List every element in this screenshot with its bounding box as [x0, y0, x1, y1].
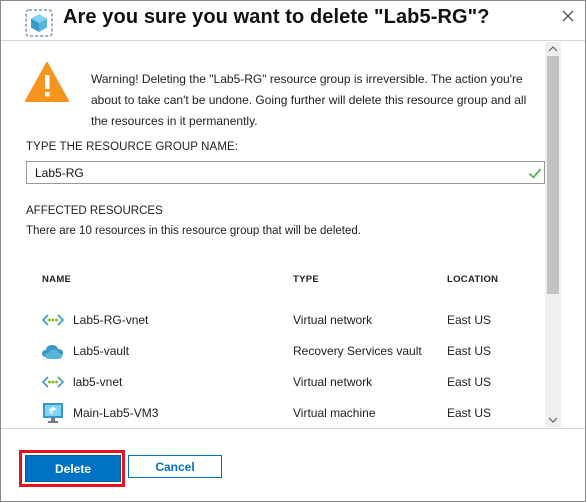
resource-location: East US	[447, 344, 492, 358]
resource-group-name-label: TYPE THE RESOURCE GROUP NAME:	[26, 141, 239, 153]
checkmark-icon	[528, 168, 542, 179]
resource-group-icon	[25, 9, 53, 37]
resource-type: Recovery Services vault	[293, 344, 422, 358]
resource-name[interactable]: Lab5-RG-vnet	[73, 313, 148, 327]
virtual-machine-icon	[43, 403, 63, 423]
close-icon[interactable]	[557, 5, 579, 27]
table-row: Lab5-vault Recovery Services vault East …	[1, 338, 545, 369]
column-header-type: TYPE	[293, 274, 320, 285]
table-row: Main-Lab5-VM3 Virtual machine East US	[1, 400, 545, 427]
delete-button[interactable]: Delete	[25, 455, 121, 482]
dialog-footer: Delete Cancel	[1, 428, 585, 501]
table-row: lab5-vnet Virtual network East US	[1, 369, 545, 400]
resource-type: Virtual network	[293, 313, 373, 327]
warning-icon	[25, 62, 69, 102]
content-scrollbar[interactable]	[545, 42, 561, 427]
warning-message: Warning! Deleting the "Lab5-RG" resource…	[91, 72, 527, 128]
virtual-network-icon	[41, 376, 65, 388]
delete-confirmation-dialog: Are you sure you want to delete "Lab5-RG…	[0, 0, 586, 502]
resource-type: Virtual network	[293, 375, 373, 389]
chevron-up-icon[interactable]	[545, 42, 561, 56]
cancel-button[interactable]: Cancel	[128, 455, 222, 478]
dialog-title: Are you sure you want to delete "Lab5-RG…	[63, 6, 490, 28]
affected-resources-heading: AFFECTED RESOURCES	[26, 205, 163, 217]
resource-name[interactable]: Main-Lab5-VM3	[73, 406, 158, 420]
resource-location: East US	[447, 406, 492, 420]
scrollbar-thumb[interactable]	[547, 56, 559, 294]
virtual-network-icon	[41, 314, 65, 326]
column-header-name: NAME	[42, 274, 72, 285]
resource-group-name-input[interactable]	[26, 161, 545, 184]
resource-type: Virtual machine	[293, 406, 376, 420]
dialog-title-bar: Are you sure you want to delete "Lab5-RG…	[1, 1, 585, 41]
resource-name[interactable]: Lab5-vault	[73, 344, 129, 358]
resource-name[interactable]: lab5-vnet	[73, 375, 122, 389]
column-header-location: LOCATION	[447, 274, 499, 285]
affected-resources-description: There are 10 resources in this resource …	[26, 225, 361, 237]
table-row: Lab5-RG-vnet Virtual network East US	[1, 307, 545, 338]
chevron-down-icon[interactable]	[545, 413, 561, 427]
dialog-content: Warning! Deleting the "Lab5-RG" resource…	[1, 42, 545, 427]
resource-location: East US	[447, 313, 492, 327]
resource-location: East US	[447, 375, 492, 389]
recovery-vault-icon	[42, 345, 63, 359]
